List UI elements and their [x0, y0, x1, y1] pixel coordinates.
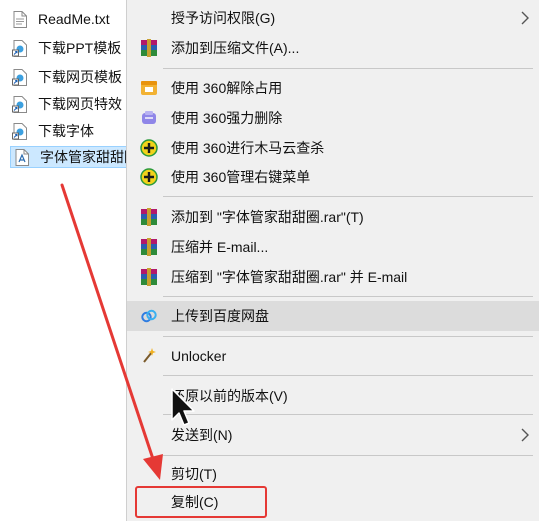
- screen: ReadMe.txt 下载PPT模板 下载网页模板 下载网页特效 下载字体 字体…: [0, 0, 539, 521]
- red-arrow-icon: [60, 183, 163, 480]
- mouse-pointer-icon: [171, 388, 195, 426]
